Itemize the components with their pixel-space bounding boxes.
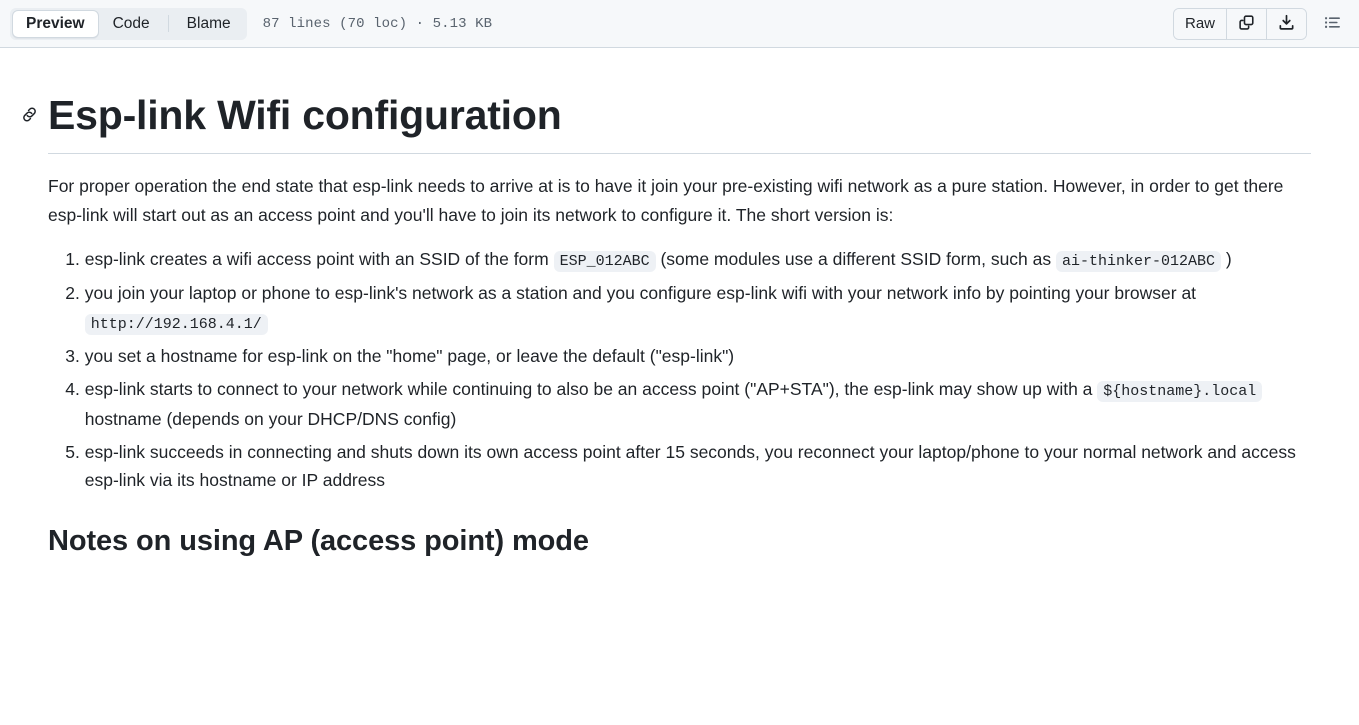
step-text-mid: (some modules use a different SSID form,… — [655, 248, 1056, 269]
header-actions: Raw — [1172, 7, 1347, 40]
intro-paragraph: For proper operation the end state that … — [48, 176, 1284, 225]
outline-list-icon — [1324, 14, 1341, 34]
step-text-post: hostname (depends on your DHCP/DNS confi… — [84, 408, 457, 429]
tab-preview[interactable]: Preview — [12, 9, 99, 38]
steps-list: esp-link creates a wifi access point wit… — [48, 245, 1311, 495]
list-item: esp-link creates a wifi access point wit… — [85, 245, 1311, 274]
section-heading-ap-mode: Notes on using AP (access point) mode — [48, 524, 589, 557]
code-span-hostname: ${hostname}.local — [1097, 381, 1263, 403]
step-text-pre: you join your laptop or phone to esp-lin… — [84, 283, 1197, 304]
copy-raw-button[interactable] — [1226, 8, 1266, 39]
code-span-ssid: ESP_012ABC — [553, 250, 656, 272]
list-item: you set a hostname for esp-link on the "… — [85, 342, 1311, 370]
code-span-url: http://192.168.4.1/ — [84, 313, 268, 335]
list-item: you join your laptop or phone to esp-lin… — [84, 279, 1311, 337]
markdown-article: Esp-link Wifi configuration For proper o… — [0, 90, 1359, 559]
tab-blame[interactable]: Blame — [173, 10, 245, 38]
file-view-tabs: Preview Code Blame — [10, 7, 247, 40]
file-meta-text: 87 lines (70 loc) · 5.13 KB — [262, 15, 493, 32]
step-text-post: ) — [1221, 248, 1232, 269]
file-actions-button-group: Raw — [1172, 7, 1307, 40]
step-text-pre: esp-link succeeds in connecting and shut… — [84, 441, 1296, 491]
raw-button[interactable]: Raw — [1173, 8, 1226, 39]
step-text-pre: esp-link creates a wifi access point wit… — [84, 248, 554, 269]
code-span-ssid-alt: ai-thinker-012ABC — [1056, 250, 1222, 272]
outline-toggle-button[interactable] — [1317, 9, 1347, 39]
markdown-body: Esp-link Wifi configuration For proper o… — [16, 90, 1343, 559]
list-item: esp-link starts to connect to your netwo… — [85, 375, 1311, 433]
tab-code[interactable]: Code — [99, 10, 164, 38]
copy-icon — [1238, 14, 1255, 34]
list-item: esp-link succeeds in connecting and shut… — [85, 438, 1311, 495]
file-header-bar: Preview Code Blame 87 lines (70 loc) · 5… — [0, 0, 1359, 48]
page-title: Esp-link Wifi configuration — [22, 90, 1311, 155]
step-text-pre: esp-link starts to connect to your netwo… — [84, 379, 1098, 400]
page-title-text: Esp-link Wifi configuration — [48, 92, 562, 138]
tab-divider — [167, 15, 169, 32]
download-button[interactable] — [1266, 8, 1306, 39]
link-icon[interactable] — [18, 103, 40, 125]
download-icon — [1278, 14, 1295, 34]
step-text-pre: you set a hostname for esp-link on the "… — [84, 345, 735, 366]
